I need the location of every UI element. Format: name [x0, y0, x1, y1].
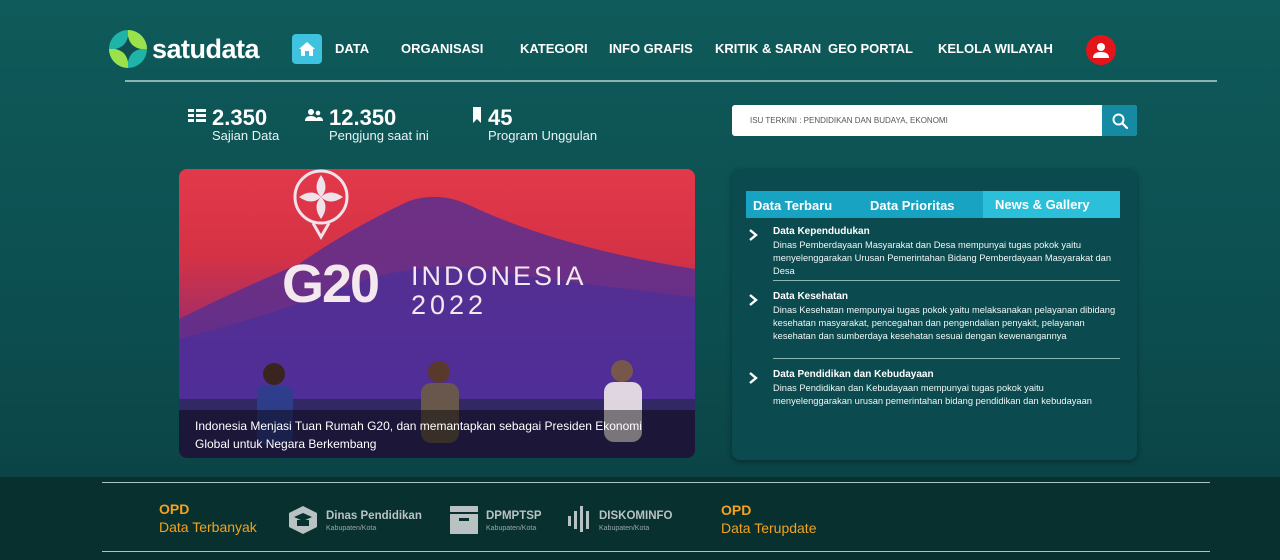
user-account-button[interactable] — [1086, 35, 1116, 65]
partner-name: DISKOMINFO — [599, 510, 673, 522]
hero-logo-country: INDONESIA — [411, 261, 587, 291]
nav-info-grafis[interactable]: INFO GRAFIS — [609, 41, 693, 56]
nav-kritik-saran[interactable]: KRITIK & SARAN — [715, 41, 821, 56]
news-description: Dinas Pemberdayaan Masyarakat dan Desa m… — [773, 240, 1111, 276]
g20-ornament — [293, 169, 349, 241]
hero-banner[interactable]: G20 INDONESIA 2022 Indonesia Menjasi Tua… — [179, 169, 695, 458]
news-title: Data Kependudukan — [773, 226, 870, 237]
list-divider — [773, 280, 1120, 281]
nav-kelola-wilayah[interactable]: KELOLA WILAYAH — [938, 41, 1053, 56]
diskominfo-logo-icon — [568, 506, 589, 532]
opd-right-sub: Data Terupdate — [721, 520, 817, 536]
hero-caption: Indonesia Menjasi Tuan Rumah G20, dan me… — [179, 410, 695, 458]
header-divider — [125, 80, 1217, 82]
users-icon — [305, 109, 323, 121]
partner-dinas-pendidikan[interactable]: Dinas Pendidikan Kabupaten/Kota — [288, 505, 428, 535]
panel-tabs: Data Terbaru Data Prioritas News & Galle… — [746, 191, 1120, 218]
search-button[interactable] — [1102, 105, 1137, 136]
dpmptsp-logo-icon — [450, 506, 478, 534]
partner-dpmptsp[interactable]: DPMPTSP Kabupaten/Kota — [450, 505, 550, 535]
opd-left-sub: Data Terbanyak — [159, 519, 257, 535]
news-description: Dinas Kesehatan mempunyai tugas pokok ya… — [773, 305, 1116, 341]
brand-name: satudata — [152, 33, 260, 64]
opd-right-label: OPD — [721, 502, 752, 518]
hero-logo-year: 2022 — [411, 290, 488, 320]
tab-data-prioritas[interactable]: Data Prioritas — [861, 191, 983, 218]
nav-data[interactable]: DATA — [335, 41, 369, 56]
partner-sub: Kabupaten/Kota — [486, 525, 537, 532]
nav-geo-portal[interactable]: GEO PORTAL — [828, 41, 913, 56]
news-title: Data Kesehatan — [773, 291, 849, 302]
data-panel: Data Terbaru Data Prioritas News & Galle… — [732, 169, 1137, 460]
chevron-right-icon — [749, 294, 758, 306]
stat-label: Program Unggulan — [488, 128, 598, 143]
list-grid-icon — [188, 109, 206, 122]
search-icon — [1112, 113, 1128, 129]
partner-name: DPMPTSP — [486, 510, 542, 522]
education-logo-icon — [289, 506, 317, 534]
opd-left-label: OPD — [159, 501, 190, 517]
user-icon — [1093, 43, 1109, 58]
brand-logo[interactable]: satudata — [108, 29, 260, 69]
partner-diskominfo[interactable]: DISKOMINFO Kabupaten/Kota — [568, 505, 688, 535]
search-bar — [732, 105, 1137, 136]
hero-logo-main: G20 — [282, 254, 380, 314]
news-title: Data Pendidikan dan Kebudayaan — [773, 369, 934, 380]
partner-sub: Kabupaten/Kota — [326, 525, 377, 532]
tab-data-terbaru[interactable]: Data Terbaru — [746, 191, 861, 218]
nav-organisasi[interactable]: ORGANISASI — [401, 41, 483, 56]
stat-label: Pengjung saat ini — [329, 128, 429, 143]
tab-news-gallery[interactable]: News & Gallery — [983, 191, 1120, 218]
chevron-right-icon — [749, 372, 758, 384]
search-input[interactable] — [732, 105, 1102, 136]
satudata-logo-icon — [109, 30, 147, 68]
chevron-right-icon — [749, 229, 758, 241]
news-description: Dinas Pendidikan dan Kebudayaan mempunya… — [773, 383, 1092, 406]
partner-name: Dinas Pendidikan — [326, 510, 422, 522]
stat-label: Sajian Data — [212, 128, 280, 143]
home-button[interactable] — [292, 34, 322, 64]
nav-kategori[interactable]: KATEGORI — [520, 41, 588, 56]
list-divider — [773, 358, 1120, 359]
home-icon — [299, 42, 315, 56]
partner-sub: Kabupaten/Kota — [599, 525, 650, 532]
footer-top-divider — [102, 482, 1210, 483]
bookmark-icon — [473, 107, 481, 123]
footer-bottom-divider — [102, 551, 1210, 552]
